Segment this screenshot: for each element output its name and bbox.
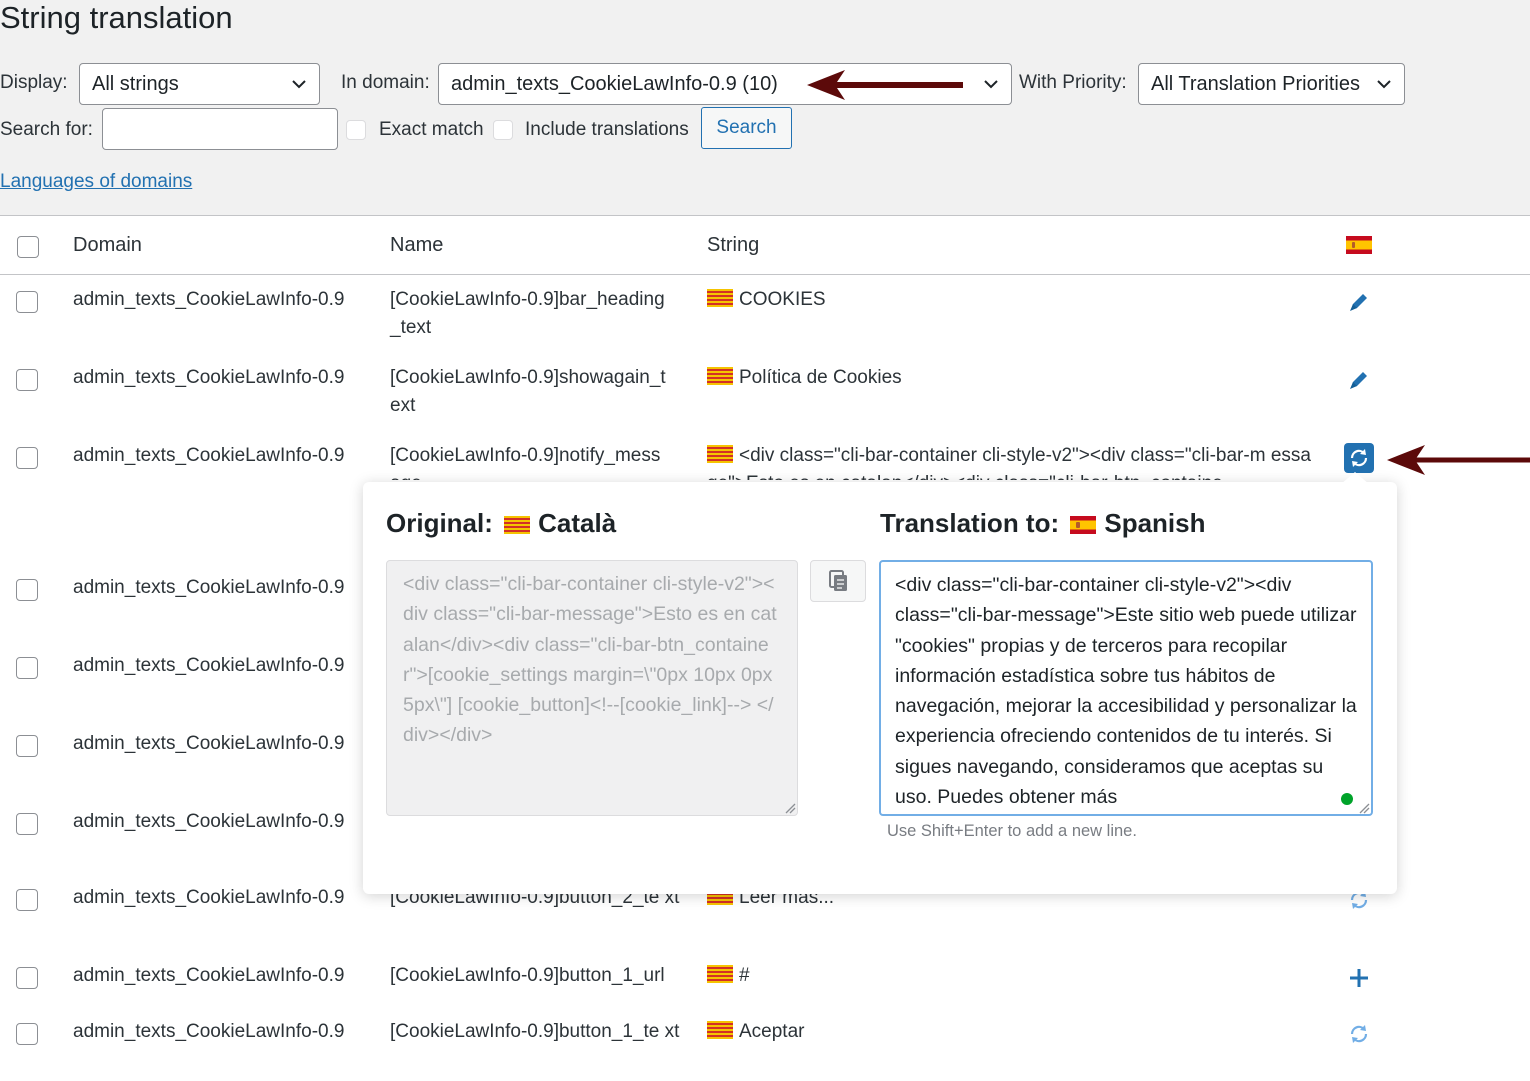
row-checkbox[interactable] (16, 657, 38, 679)
exact-match-label: Exact match (379, 119, 484, 140)
table-row: admin_texts_CookieLawInfo-0.9 [CookieLaw… (0, 352, 1530, 430)
row-string: COOKIES (707, 286, 826, 314)
translation-textarea[interactable]: <div class="cli-bar-container cli-style-… (879, 560, 1373, 816)
include-translations-checkbox[interactable] (493, 120, 513, 140)
row-domain: admin_texts_CookieLawInfo-0.9 (73, 733, 345, 754)
row-domain: admin_texts_CookieLawInfo-0.9 (73, 655, 345, 676)
annotation-arrow-icon (1387, 445, 1530, 475)
row-domain: admin_texts_CookieLawInfo-0.9 (73, 887, 345, 908)
search-label: Search for: (0, 119, 93, 140)
row-domain: admin_texts_CookieLawInfo-0.9 (73, 1021, 345, 1042)
display-select[interactable]: All strings (79, 63, 320, 105)
chevron-down-icon (292, 80, 306, 89)
row-string: Política de Cookies (707, 364, 902, 392)
row-string: # (707, 962, 750, 990)
include-translations-label: Include translations (525, 119, 689, 140)
row-domain: admin_texts_CookieLawInfo-0.9 (73, 289, 345, 310)
status-dot (1341, 793, 1353, 805)
row-name: [CookieLawInfo-0.9]bar_heading _text (390, 289, 665, 338)
row-domain: admin_texts_CookieLawInfo-0.9 (73, 811, 345, 832)
spanish-flag-icon (1070, 516, 1097, 534)
translation-label: Translation to: (880, 508, 1060, 538)
row-name: [CookieLawInfo-0.9]button_1_url (390, 965, 665, 986)
translation-editor-popup: Original: Català Translation to: Spanish… (363, 472, 1397, 894)
copy-original-button[interactable] (810, 560, 866, 602)
row-checkbox[interactable] (16, 579, 38, 601)
row-checkbox[interactable] (16, 735, 38, 757)
search-button[interactable]: Search (701, 107, 792, 149)
row-domain: admin_texts_CookieLawInfo-0.9 (73, 367, 345, 388)
priority-select-value: All Translation Priorities (1151, 73, 1360, 95)
annotation-arrow-icon (807, 70, 963, 100)
row-checkbox[interactable] (16, 447, 38, 469)
row-checkbox[interactable] (16, 1023, 38, 1045)
search-input[interactable] (102, 108, 338, 150)
row-string-text: # (739, 965, 750, 986)
table-row: admin_texts_CookieLawInfo-0.9 [CookieLaw… (0, 962, 1530, 1018)
display-label: Display: (0, 72, 68, 93)
translate-refresh-button[interactable] (1344, 443, 1374, 473)
row-string-text: Política de Cookies (739, 367, 902, 388)
priority-select[interactable]: All Translation Priorities (1138, 63, 1405, 105)
domain-label: In domain: (341, 72, 430, 93)
pencil-icon[interactable] (1345, 366, 1373, 394)
table-row-active: admin_texts_CookieLawInfo-0.9 [CookieLaw… (0, 430, 1530, 480)
table-row: admin_texts_CookieLawInfo-0.9 [CookieLaw… (0, 1018, 1530, 1081)
catalan-flag-icon (707, 965, 733, 983)
row-checkbox[interactable] (16, 291, 38, 313)
original-textarea[interactable]: <div class="cli-bar-container cli-style-… (386, 560, 798, 816)
row-string-text: Aceptar (739, 1021, 805, 1042)
domain-select-value: admin_texts_CookieLawInfo-0.9 (10) (451, 73, 778, 95)
column-name: Name (390, 234, 444, 256)
row-string: <div class="cli-bar-container cli-style-… (707, 442, 1317, 480)
copy-icon (829, 570, 847, 591)
exact-match-checkbox[interactable] (346, 120, 366, 140)
column-domain: Domain (73, 234, 142, 256)
table-row: admin_texts_CookieLawInfo-0.9 [CookieLaw… (0, 884, 1530, 962)
priority-label: With Priority: (1019, 72, 1127, 93)
row-string-text: COOKIES (739, 289, 826, 310)
popup-pointer (1341, 472, 1369, 484)
row-checkbox[interactable] (16, 967, 38, 989)
catalan-flag-icon (707, 367, 733, 385)
shift-enter-hint: Use Shift+Enter to add a new line. (887, 822, 1137, 840)
row-name: [CookieLawInfo-0.9]notify_mess age (390, 445, 661, 480)
original-heading: Original: Català (386, 508, 616, 539)
table-header: Domain Name String (0, 216, 1530, 275)
plus-icon[interactable] (1345, 964, 1373, 992)
catalan-flag-icon (707, 289, 733, 307)
page-title: String translation (0, 0, 233, 35)
row-domain: admin_texts_CookieLawInfo-0.9 (73, 577, 345, 598)
resize-handle-icon[interactable] (1358, 802, 1370, 814)
original-label: Original: (386, 508, 493, 538)
languages-of-domains-link[interactable]: Languages of domains (0, 171, 192, 193)
translate-refresh-icon (1350, 449, 1368, 467)
row-checkbox[interactable] (16, 889, 38, 911)
row-checkbox[interactable] (16, 369, 38, 391)
original-language: Català (538, 508, 617, 538)
translation-language: Spanish (1104, 508, 1206, 538)
table-row: admin_texts_CookieLawInfo-0.9 [CookieLaw… (0, 274, 1530, 352)
pencil-icon[interactable] (1345, 288, 1373, 316)
row-name: [CookieLawInfo-0.9]button_1_te xt (390, 1021, 680, 1042)
row-checkbox[interactable] (16, 813, 38, 835)
row-string-text: <div class="cli-bar-container cli-style-… (707, 445, 1311, 480)
translation-heading: Translation to: Spanish (880, 508, 1206, 539)
row-string: Aceptar (707, 1018, 804, 1046)
row-domain: admin_texts_CookieLawInfo-0.9 (73, 445, 345, 466)
resize-handle-icon[interactable] (784, 802, 796, 814)
catalan-flag-icon (707, 1021, 733, 1039)
select-all-checkbox[interactable] (17, 236, 39, 258)
display-select-value: All strings (92, 73, 179, 95)
chevron-down-icon (984, 80, 998, 89)
chevron-down-icon (1377, 80, 1391, 89)
column-string: String (707, 234, 760, 256)
row-domain: admin_texts_CookieLawInfo-0.9 (73, 965, 345, 986)
spanish-flag-icon (1346, 236, 1372, 254)
catalan-flag-icon (707, 445, 733, 463)
catalan-flag-icon (504, 516, 531, 534)
row-name: [CookieLawInfo-0.9]showagain_t ext (390, 367, 666, 416)
translate-refresh-icon[interactable] (1345, 1020, 1373, 1048)
